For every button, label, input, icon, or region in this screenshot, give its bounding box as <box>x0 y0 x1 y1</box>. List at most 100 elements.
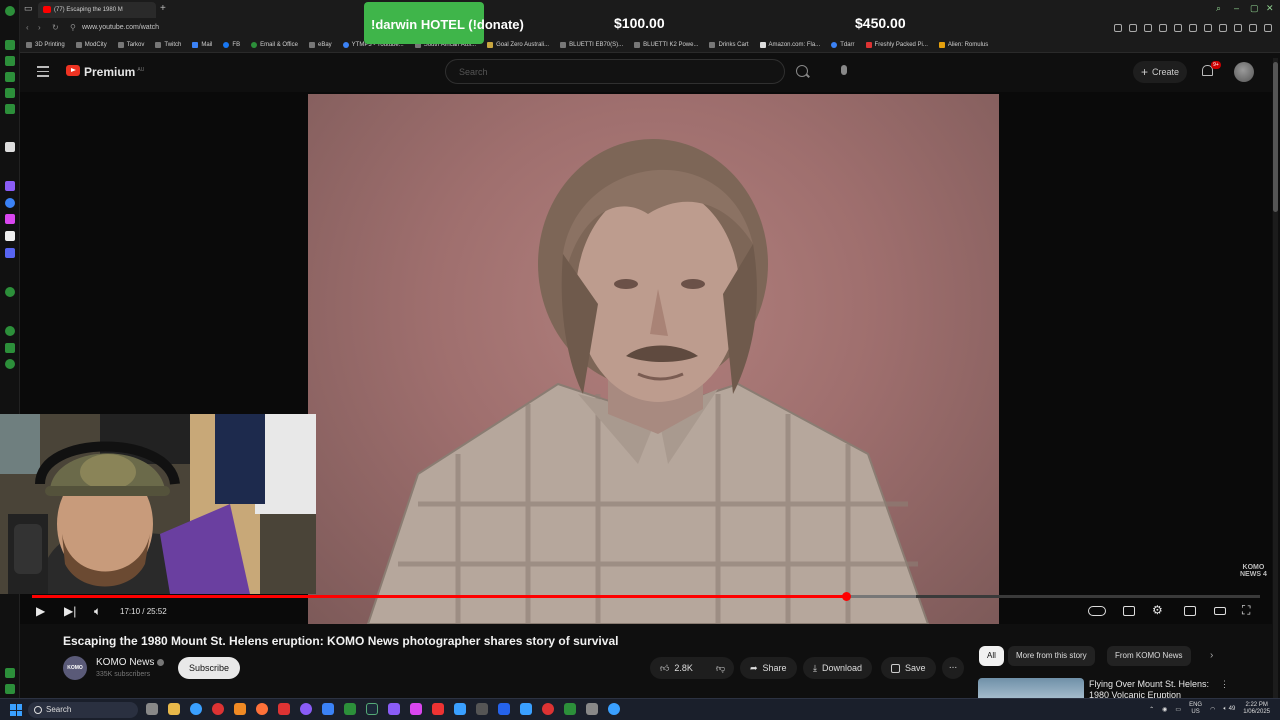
extension-icon[interactable] <box>1189 24 1197 32</box>
bookmark[interactable]: Email & Office <box>251 42 298 48</box>
app-icon[interactable] <box>432 703 444 715</box>
app-icon[interactable] <box>586 703 598 715</box>
sidebar-app-icon[interactable] <box>5 6 15 16</box>
volume-icon[interactable]: 🔈︎ <box>94 604 101 619</box>
bookmark[interactable]: Mail <box>192 42 212 48</box>
taskbar-search[interactable]: Search <box>28 702 138 718</box>
sidebar-app-icon[interactable] <box>5 668 15 678</box>
bookmark[interactable]: eBay <box>308 42 332 48</box>
extension-icon[interactable] <box>1264 24 1272 32</box>
steam-icon[interactable] <box>366 703 378 715</box>
extension-icon[interactable] <box>1144 24 1152 32</box>
app-icon[interactable] <box>542 703 554 715</box>
settings-gear-icon[interactable]: ⚙ <box>1152 603 1163 617</box>
volume-level[interactable]: 🔈︎ 49 <box>1223 706 1235 713</box>
app-icon[interactable] <box>454 703 466 715</box>
like-button[interactable]: 👍︎ 2.8K <box>650 657 708 679</box>
sidebar-app-icon[interactable] <box>5 231 15 241</box>
tab-list-icon[interactable]: ▭ <box>24 3 33 14</box>
extension-icon[interactable] <box>1159 24 1167 32</box>
maximize-icon[interactable]: ▢ <box>1250 3 1259 14</box>
chip-all[interactable]: All <box>979 646 1004 666</box>
dislike-button[interactable]: 👎︎ <box>708 657 734 679</box>
search-icon[interactable]: ⌕ <box>1216 3 1221 14</box>
channel-avatar[interactable]: KOMO <box>63 656 87 680</box>
create-button[interactable]: + Create <box>1133 61 1188 83</box>
recommended-thumbnail[interactable] <box>978 678 1084 700</box>
sidebar-app-icon[interactable] <box>5 198 15 208</box>
channel-name-row[interactable]: KOMO News <box>96 657 165 668</box>
bookmark[interactable]: Tarkov <box>117 42 144 48</box>
sidebar-app-icon[interactable] <box>5 104 15 114</box>
bookmark[interactable]: BLUETTI EB70(S)... <box>560 42 623 48</box>
next-icon[interactable]: ▶| <box>64 604 76 618</box>
autoplay-toggle[interactable] <box>1088 606 1106 616</box>
extension-icon[interactable] <box>1174 24 1182 32</box>
extension-icon[interactable] <box>1234 24 1242 32</box>
search-input[interactable] <box>446 60 746 84</box>
clock[interactable]: 2:22 PM 1/06/2025 <box>1243 702 1270 716</box>
chrome-icon[interactable] <box>190 703 202 715</box>
extension-icon[interactable] <box>1204 24 1212 32</box>
kebab-menu-icon[interactable]: ⋮ <box>1220 679 1229 690</box>
sidebar-app-icon[interactable] <box>5 88 15 98</box>
sidebar-app-icon[interactable] <box>5 214 15 224</box>
subscribe-button[interactable]: Subscribe <box>178 657 241 679</box>
sidebar-app-icon[interactable] <box>5 181 15 191</box>
back-icon[interactable]: ‹ <box>26 23 29 32</box>
app-icon[interactable] <box>410 703 422 715</box>
captions-icon[interactable] <box>1123 606 1135 616</box>
tray-app-icon[interactable]: ▭ <box>1175 706 1181 713</box>
play-icon[interactable]: ▶ <box>36 604 45 618</box>
app-icon[interactable] <box>520 703 532 715</box>
sidebar-app-icon[interactable] <box>5 142 15 152</box>
extension-icon[interactable] <box>1249 24 1257 32</box>
avatar[interactable] <box>1234 62 1254 82</box>
minimize-icon[interactable]: – <box>1234 3 1239 13</box>
extension-icon[interactable] <box>1219 24 1227 32</box>
bookmark[interactable]: Tdarr <box>831 42 855 48</box>
sidebar-app-icon[interactable] <box>5 684 15 694</box>
sidebar-app-icon[interactable] <box>5 287 15 297</box>
download-button[interactable]: ⤓ Download <box>803 657 873 679</box>
app-icon[interactable] <box>476 703 488 715</box>
extension-icon[interactable] <box>1129 24 1137 32</box>
search-icon[interactable] <box>796 65 808 77</box>
sidebar-app-icon[interactable] <box>5 326 15 336</box>
bookmark[interactable]: Twitch <box>155 42 181 48</box>
bookmark[interactable]: Goal Zero Australi... <box>487 42 549 48</box>
new-tab-icon[interactable]: + <box>160 3 166 14</box>
bookmark[interactable]: Freshly Packed Pi... <box>865 42 928 48</box>
scrollbar-thumb[interactable] <box>1273 62 1278 212</box>
save-button[interactable]: Save <box>881 657 936 679</box>
chevron-right-icon[interactable]: › <box>1210 650 1213 661</box>
sidebar-app-icon[interactable] <box>5 248 15 258</box>
close-icon[interactable]: ✕ <box>1266 3 1274 14</box>
sidebar-app-icon[interactable] <box>5 359 15 369</box>
microphone-icon[interactable] <box>841 65 847 75</box>
file-explorer-icon[interactable] <box>168 703 180 715</box>
theater-mode-icon[interactable] <box>1214 607 1226 615</box>
firefox-icon[interactable] <box>256 703 268 715</box>
app-icon[interactable] <box>212 703 224 715</box>
bookmark[interactable]: Alien: Romulus <box>938 42 988 48</box>
share-button[interactable]: ➦ Share <box>740 657 797 679</box>
youtube-logo-icon[interactable] <box>66 65 80 76</box>
app-icon[interactable] <box>322 703 334 715</box>
bookmark[interactable]: Amazon.com: Fla... <box>759 42 820 48</box>
app-icon[interactable] <box>278 703 290 715</box>
fullscreen-icon[interactable]: ⛶ <box>1242 603 1250 618</box>
reload-icon[interactable]: ↻ <box>52 23 59 32</box>
wifi-icon[interactable]: ◠ <box>1210 706 1215 713</box>
bookmark[interactable]: 3D Printing <box>26 42 65 48</box>
video-frame[interactable] <box>308 94 999 624</box>
chip-more-from-this-story[interactable]: More from this story <box>1008 646 1095 666</box>
miniplayer-icon[interactable] <box>1184 606 1196 616</box>
more-actions-button[interactable]: ... <box>942 657 964 679</box>
chip-from-komo-news[interactable]: From KOMO News <box>1107 646 1191 666</box>
start-icon[interactable] <box>10 704 22 716</box>
bookmark[interactable]: ModCity <box>75 42 107 48</box>
app-icon[interactable] <box>300 703 312 715</box>
browser-tab[interactable]: (77) Escaping the 1980 M <box>38 2 156 18</box>
app-icon[interactable] <box>344 703 356 715</box>
